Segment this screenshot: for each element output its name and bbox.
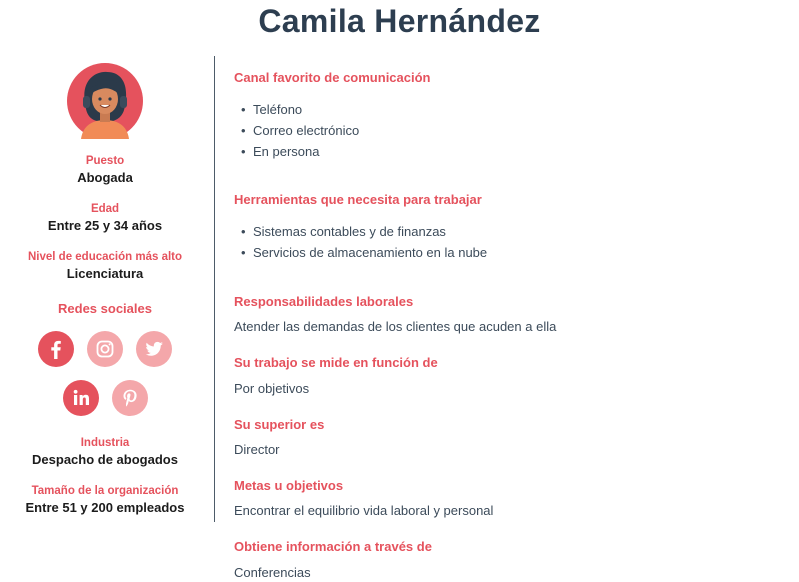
edad-value: Entre 25 y 34 años: [47, 218, 163, 233]
industria-value: Despacho de abogados: [32, 452, 178, 467]
informacion-text: Conferencias: [234, 565, 311, 580]
superior-title: Su superior es: [234, 417, 325, 432]
informacion-title: Obtiene información a través de: [234, 539, 432, 554]
educacion-label: Nivel de educación más alto: [27, 251, 183, 263]
instagram-icon[interactable]: [87, 331, 123, 367]
canal-list: Teléfono Correo electrónico En persona: [241, 99, 359, 162]
tamano-value: Entre 51 y 200 empleados: [25, 500, 185, 515]
educacion-value: Licenciatura: [66, 266, 144, 281]
medicion-text: Por objetivos: [234, 381, 310, 396]
herramientas-list: Sistemas contables y de finanzas Servici…: [241, 221, 487, 263]
canal-title: Canal favorito de comunicación: [234, 70, 431, 85]
medicion-title: Su trabajo se mide en función de: [234, 355, 438, 370]
list-item: Sistemas contables y de finanzas: [241, 221, 487, 242]
responsabilidades-text: Atender las demandas de los clientes que…: [234, 319, 557, 334]
profile-column: Puesto Abogada Edad Entre 25 y 34 años N…: [0, 0, 210, 582]
edad-label: Edad: [90, 203, 120, 215]
twitter-icon[interactable]: [136, 331, 172, 367]
metas-text: Encontrar el equilibrio vida laboral y p…: [234, 503, 494, 518]
puesto-label: Puesto: [85, 155, 125, 167]
herramientas-title: Herramientas que necesita para trabajar: [234, 192, 482, 207]
tamano-label: Tamaño de la organización: [31, 485, 179, 497]
list-item: En persona: [241, 141, 359, 162]
industria-label: Industria: [80, 437, 130, 449]
responsabilidades-title: Responsabilidades laborales: [234, 294, 414, 309]
linkedin-icon[interactable]: [63, 380, 99, 416]
column-divider: [214, 56, 215, 522]
metas-title: Metas u objetivos: [234, 478, 344, 493]
list-item: Teléfono: [241, 99, 359, 120]
facebook-icon[interactable]: [38, 331, 74, 367]
puesto-value: Abogada: [77, 170, 133, 185]
pinterest-icon[interactable]: [112, 380, 148, 416]
list-item: Correo electrónico: [241, 120, 359, 141]
redes-sociales-label: Redes sociales: [58, 301, 152, 316]
list-item: Servicios de almacenamiento en la nube: [241, 242, 487, 263]
superior-text: Director: [234, 442, 280, 457]
avatar: [67, 63, 143, 139]
